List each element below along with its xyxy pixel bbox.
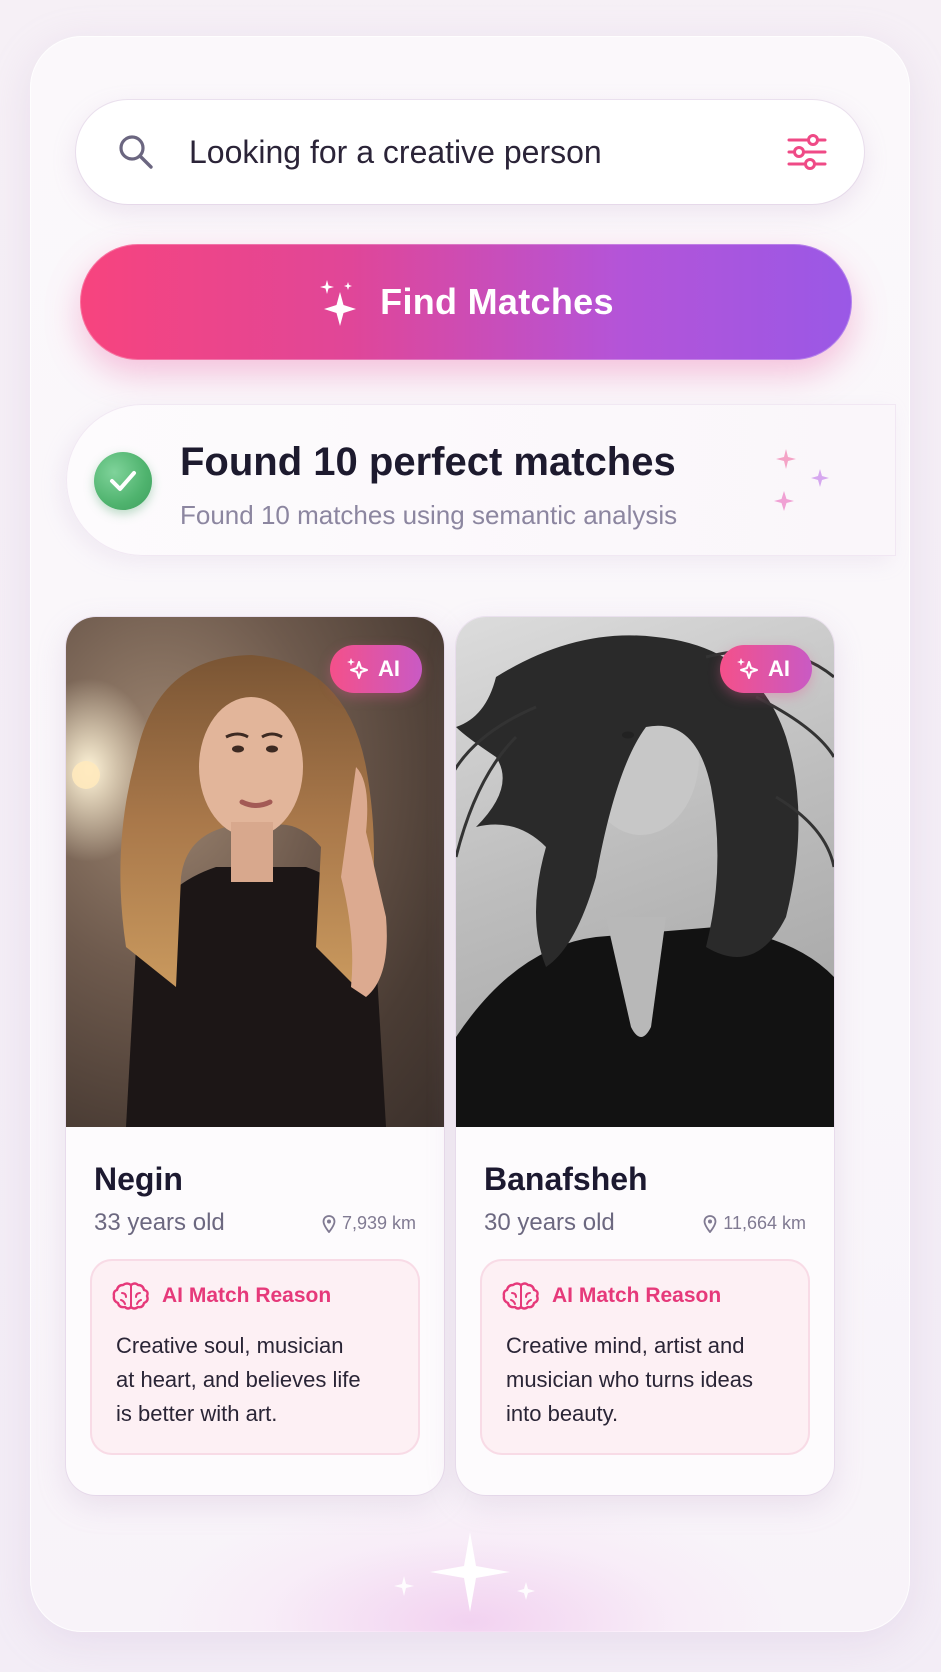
match-distance-value: 11,664 km [723, 1213, 806, 1233]
ai-badge-label: AI [768, 656, 790, 681]
location-pin-icon [703, 1214, 717, 1233]
find-matches-label: Find Matches [380, 281, 614, 322]
app-panel: Looking for a creative person Find Match… [30, 36, 910, 1632]
profile-photo: AI [66, 617, 444, 1127]
status-subtitle: Found 10 matches using semantic analysis [180, 500, 678, 530]
results-status-banner: Found 10 perfect matches Found 10 matche… [66, 404, 896, 556]
ai-match-reason-text: Creative mind, artist and musician who t… [506, 1333, 754, 1426]
match-distance-value: 7,939 km [341, 1213, 416, 1233]
card-info: Banafsheh 30 years old 11,664 km AI Matc… [456, 1127, 834, 1495]
brain-icon [112, 1282, 149, 1310]
match-age: 30 years old [484, 1209, 615, 1236]
ai-match-reason-box: AI Match Reason Creative soul, musician … [90, 1259, 420, 1455]
match-card[interactable]: AI Banafsheh 30 years old 11,664 km AI M… [456, 617, 834, 1495]
check-circle-icon [94, 452, 152, 510]
match-distance: 7,939 km [322, 1213, 416, 1234]
search-bar[interactable]: Looking for a creative person [76, 100, 864, 204]
match-name: Negin [94, 1161, 183, 1197]
ai-match-reason-title: AI Match Reason [162, 1284, 332, 1307]
sparkles-icon [320, 280, 357, 326]
ai-match-reason-text: Creative soul, musician at heart, and be… [116, 1333, 361, 1426]
decorative-sparkle-icon [394, 1532, 535, 1612]
ai-match-reason-header: AI Match Reason [112, 1281, 331, 1311]
ai-sparkle-icon [347, 658, 368, 679]
ai-badge: AI [330, 645, 422, 693]
find-matches-button[interactable]: Find Matches [80, 244, 852, 360]
match-card[interactable]: AI Negin 33 years old 7,939 km AI Match … [66, 617, 444, 1495]
portrait-illustration [456, 635, 834, 1127]
sliders-icon[interactable] [786, 132, 828, 172]
match-distance: 11,664 km [703, 1213, 806, 1234]
portrait-illustration [66, 617, 444, 1127]
ai-match-reason-header: AI Match Reason [502, 1281, 721, 1311]
match-name: Banafsheh [484, 1161, 648, 1197]
status-title: Found 10 perfect matches [180, 440, 676, 484]
decorative-sparkles-icon [774, 449, 829, 511]
brain-icon [502, 1282, 539, 1310]
search-input[interactable]: Looking for a creative person [189, 130, 602, 174]
ai-match-reason-title: AI Match Reason [552, 1284, 722, 1307]
ai-badge: AI [720, 645, 812, 693]
search-icon [119, 135, 153, 169]
ai-badge-label: AI [378, 656, 400, 681]
profile-photo: AI [456, 617, 834, 1127]
card-info: Negin 33 years old 7,939 km AI Match Rea… [66, 1127, 444, 1495]
ai-match-reason-box: AI Match Reason Creative mind, artist an… [480, 1259, 810, 1455]
location-pin-icon [322, 1214, 336, 1233]
match-age: 33 years old [94, 1209, 225, 1236]
ai-sparkle-icon [737, 658, 758, 679]
